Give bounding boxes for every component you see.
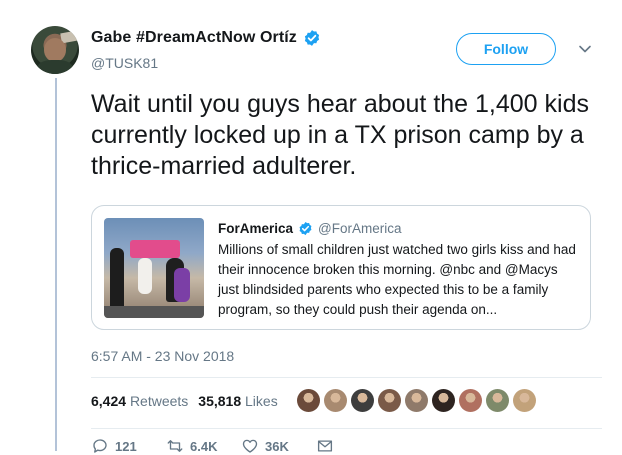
quoted-tweet-image[interactable]	[104, 218, 204, 318]
tweet-text: Wait until you guys hear about the 1,400…	[91, 90, 589, 180]
author-handle[interactable]: @TUSK81	[91, 55, 158, 71]
avatar-face	[44, 38, 66, 62]
follow-button[interactable]: Follow	[456, 33, 556, 65]
liker-avatar[interactable]	[459, 389, 482, 412]
quoted-author-name: ForAmerica	[218, 221, 294, 236]
tweet-stats: 6,424 Retweets 35,818 Likes	[91, 393, 278, 409]
direct-message-button[interactable]	[316, 437, 391, 455]
reply-button[interactable]: 121	[91, 437, 166, 455]
reply-icon	[93, 439, 107, 453]
tweet-timestamp[interactable]: 6:57 AM - 23 Nov 2018	[91, 348, 234, 364]
avatar[interactable]	[31, 26, 79, 74]
divider	[91, 377, 602, 378]
thread-line	[55, 78, 57, 451]
chevron-down-icon[interactable]	[578, 42, 592, 56]
liker-avatar[interactable]	[513, 389, 536, 412]
verified-badge-icon	[304, 30, 320, 46]
liker-avatar[interactable]	[432, 389, 455, 412]
quoted-tweet-text: Millions of small children just watched …	[218, 242, 576, 317]
retweets-count: 6,424	[91, 393, 127, 409]
quoted-author-handle: @ForAmerica	[318, 221, 402, 236]
reply-count: 121	[115, 438, 137, 454]
liker-avatar[interactable]	[486, 389, 509, 412]
author-name-row[interactable]: Gabe #DreamActNow Ortíz	[91, 29, 321, 47]
like-count: 36K	[265, 438, 289, 454]
liker-avatar[interactable]	[351, 389, 374, 412]
quoted-tweet-header: ForAmerica @ForAmerica	[218, 221, 402, 236]
retweet-button[interactable]: 6.4K	[166, 437, 241, 455]
liker-avatar[interactable]	[324, 389, 347, 412]
heart-icon	[242, 439, 258, 453]
image-figure	[138, 258, 152, 294]
liker-avatars	[297, 389, 536, 412]
retweet-icon	[167, 440, 183, 452]
tweet-actions: 121 6.4K 36K	[91, 437, 391, 455]
envelope-icon	[317, 440, 333, 452]
divider	[91, 428, 602, 429]
like-button[interactable]: 36K	[241, 437, 316, 455]
image-floor	[104, 306, 204, 318]
image-banner	[130, 240, 180, 258]
liker-avatar[interactable]	[405, 389, 428, 412]
quoted-tweet[interactable]: ForAmerica @ForAmerica Millions of small…	[91, 205, 591, 330]
liker-avatar[interactable]	[378, 389, 401, 412]
avatar-body	[37, 60, 73, 74]
likes-label: Likes	[245, 393, 278, 409]
likes-count: 35,818	[198, 393, 242, 409]
image-figure	[110, 248, 124, 308]
retweets-stat[interactable]: 6,424 Retweets	[91, 393, 188, 409]
likes-stat[interactable]: 35,818 Likes	[198, 393, 277, 409]
retweets-label: Retweets	[129, 393, 189, 409]
author-display-name[interactable]: Gabe #DreamActNow Ortíz	[91, 29, 297, 47]
retweet-count: 6.4K	[190, 438, 218, 454]
image-figure	[174, 268, 190, 302]
liker-avatar[interactable]	[297, 389, 320, 412]
verified-badge-icon	[299, 221, 312, 236]
